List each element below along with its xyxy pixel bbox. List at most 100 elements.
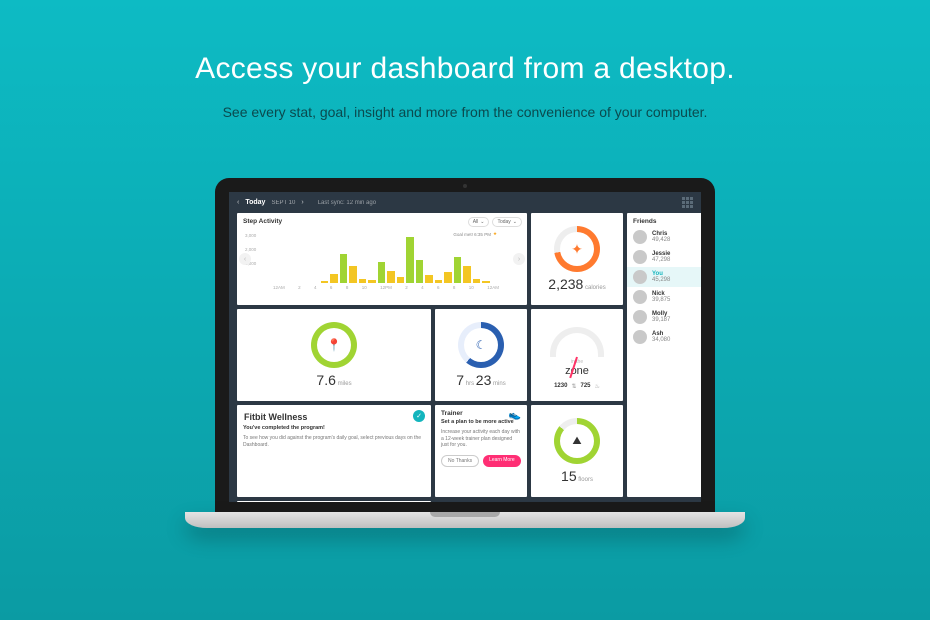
no-thanks-button[interactable]: No Thanks: [441, 455, 479, 468]
dashboard-screen: ‹ Today SEPT 10 › Last sync: 12 min ago …: [229, 192, 701, 502]
bar: [387, 271, 395, 283]
topbar-today[interactable]: Today: [245, 199, 265, 206]
sleep-hrs: 7: [456, 372, 464, 388]
friend-row[interactable]: You45,2983: [627, 267, 701, 287]
bar: [378, 262, 386, 283]
friend-row[interactable]: Molly39,1875: [627, 307, 701, 327]
tile-miles[interactable]: 📍 7.6 miles: [237, 309, 431, 401]
sleep-mins: 23: [476, 372, 492, 388]
x-axis-labels: 12AM24681012PM24681012AM: [263, 283, 509, 290]
avatar: [633, 330, 647, 344]
miles-unit: miles: [338, 381, 352, 387]
zone-label: zone: [565, 365, 589, 377]
zone-values: 1230⇅725♨: [554, 383, 600, 390]
trainer-body: Increase your activity each day with a 1…: [441, 429, 520, 448]
laptop-mockup: ‹ Today SEPT 10 › Last sync: 12 min ago …: [185, 178, 745, 528]
check-badge-icon: ✓: [413, 410, 425, 422]
webcam-dot: [463, 184, 467, 188]
zone-gauge: [550, 327, 604, 357]
bar: [321, 281, 329, 283]
wellness-body: To see how you did against the program's…: [243, 435, 421, 448]
filter-all[interactable]: All ⌄: [468, 217, 490, 227]
friend-steps: 49,428: [652, 237, 670, 243]
sleep-ring: ☾: [458, 322, 504, 368]
friend-row[interactable]: Nick39,8754: [627, 287, 701, 307]
bar: [444, 272, 452, 283]
bar: [435, 280, 443, 283]
calories-value: 2,238: [548, 276, 583, 292]
friend-steps: 45,298: [652, 277, 670, 283]
pin-icon: 📍: [327, 338, 342, 352]
topbar-date: SEPT 10: [271, 200, 295, 206]
filter-today[interactable]: Today ⌄: [492, 217, 522, 227]
chart-prev-icon[interactable]: ‹: [239, 253, 251, 265]
friend-steps: 34,080: [652, 337, 670, 343]
topbar-sync: Last sync: 12 min ago: [318, 200, 376, 206]
x-tick: 4: [314, 285, 317, 290]
avatar: [633, 270, 647, 284]
laptop-base: [185, 512, 745, 528]
avatar: [633, 290, 647, 304]
miles-value: 7.6: [316, 372, 335, 388]
bar: [454, 257, 462, 283]
y-tick: 3,000: [245, 233, 256, 238]
friend-steps: 39,187: [652, 317, 670, 323]
x-tick: 8: [453, 285, 456, 290]
floors-value: 15: [561, 468, 577, 484]
friend-row[interactable]: Chris49,4281: [627, 227, 701, 247]
next-day-icon[interactable]: ›: [301, 199, 303, 206]
tile-sleep[interactable]: ☾ 7 hrs 23 mins: [435, 309, 527, 401]
x-tick: 8: [346, 285, 349, 290]
learn-more-button[interactable]: Learn More: [483, 455, 521, 468]
x-tick: 2: [405, 285, 408, 290]
chevron-down-icon: ⌄: [513, 219, 517, 225]
friend-steps: 47,298: [652, 257, 670, 263]
x-tick: 10: [469, 285, 474, 290]
tile-friends[interactable]: Friends Chris49,4281Jessie47,2982You45,2…: [627, 213, 701, 497]
bar: [397, 277, 405, 283]
x-tick: 10: [362, 285, 367, 290]
x-tick: 6: [330, 285, 333, 290]
tile-steps[interactable]: 👣 8,793 steps: [237, 501, 431, 502]
bar: [406, 237, 414, 283]
moon-icon: ☾: [476, 338, 487, 352]
bar: [482, 281, 490, 283]
friend-row[interactable]: Ash34,0806: [627, 327, 701, 347]
bar: [349, 266, 357, 283]
topbar: ‹ Today SEPT 10 › Last sync: 12 min ago: [229, 192, 701, 213]
tile-calories[interactable]: ✦ 2,238 calories: [531, 213, 623, 305]
flame-icon: ✦: [571, 241, 583, 258]
tile-wellness[interactable]: Fitbit Wellness ✓ You've completed the p…: [237, 405, 431, 497]
prev-day-icon[interactable]: ‹: [237, 199, 239, 206]
grid-view-icon[interactable]: [682, 197, 693, 208]
bar: [340, 254, 348, 283]
floors-ring: ⛰: [554, 418, 600, 464]
miles-ring: 📍: [311, 322, 357, 368]
bar: [359, 279, 367, 283]
chevron-down-icon: ⌄: [480, 219, 484, 225]
x-tick: 12AM: [487, 285, 499, 290]
x-tick: 6: [437, 285, 440, 290]
bar: [330, 274, 338, 283]
calories-unit: calories: [585, 285, 606, 291]
tile-floors[interactable]: ⛰ 15 floors: [531, 405, 623, 497]
tile-step-activity[interactable]: Step Activity All ⌄ Today ⌄ 3,000 2,000 …: [237, 213, 527, 305]
bar: [473, 279, 481, 283]
x-tick: 4: [421, 285, 424, 290]
x-tick: 2: [298, 285, 301, 290]
tile-zone[interactable]: in the zone 1230⇅725♨: [531, 309, 623, 401]
friends-title: Friends: [627, 213, 701, 227]
step-bars: [263, 237, 509, 283]
friend-row[interactable]: Jessie47,2982: [627, 247, 701, 267]
wellness-title: Fitbit Wellness: [237, 405, 431, 425]
bar: [425, 275, 433, 283]
bar: [463, 266, 471, 283]
tile-trainer[interactable]: Trainer 👟 Set a plan to be more active I…: [435, 405, 527, 497]
stairs-icon: ⛰: [572, 435, 581, 448]
x-tick: 12AM: [273, 285, 285, 290]
bar: [416, 260, 424, 283]
y-tick: 2,000: [245, 247, 256, 252]
calories-ring: ✦: [554, 226, 600, 272]
bar: [368, 280, 376, 283]
chart-next-icon[interactable]: ›: [513, 253, 525, 265]
